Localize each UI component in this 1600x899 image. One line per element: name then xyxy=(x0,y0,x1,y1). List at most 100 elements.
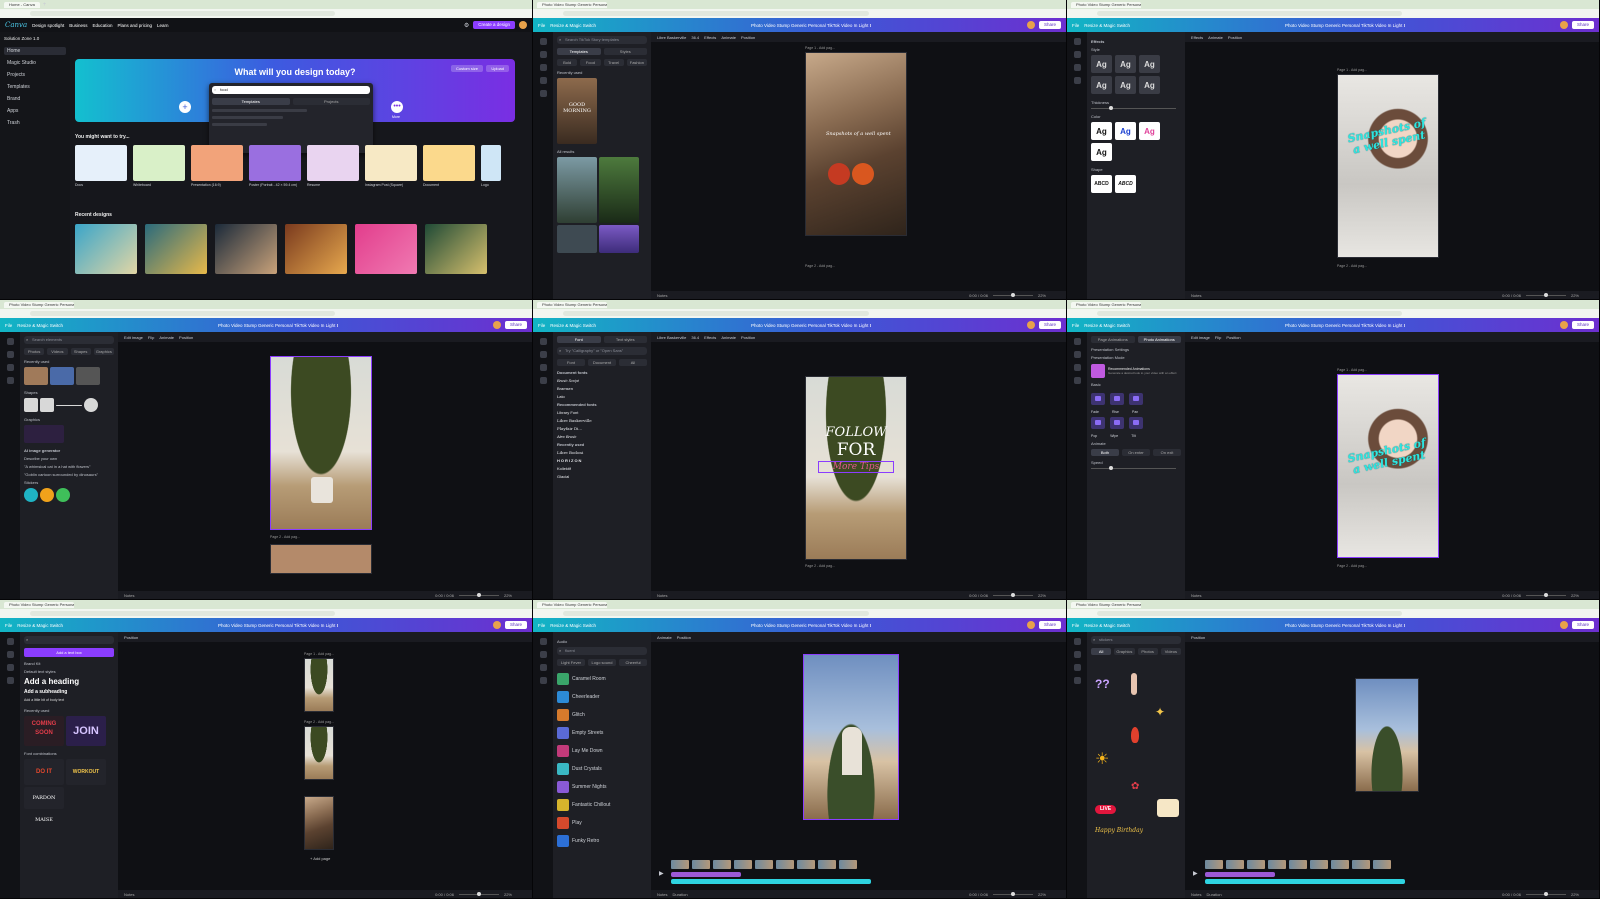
design-icon[interactable] xyxy=(1073,638,1081,645)
zoom-slider[interactable] xyxy=(992,292,1033,297)
avatar[interactable] xyxy=(1559,321,1568,329)
apps-icon[interactable] xyxy=(539,90,547,97)
zoom-slider[interactable] xyxy=(1525,292,1566,297)
audio-icon[interactable] xyxy=(539,677,547,684)
resize-button[interactable]: Resize & Magic Switch xyxy=(1084,623,1130,628)
audio-track-bar[interactable] xyxy=(1205,872,1275,877)
file-menu[interactable]: File xyxy=(1072,623,1079,628)
text-combo[interactable]: DO IT xyxy=(24,759,64,785)
nav-pricing[interactable]: Plans and pricing xyxy=(117,23,152,28)
uploads-icon[interactable] xyxy=(539,377,547,384)
canva-logo[interactable]: Canva xyxy=(5,21,27,29)
page-label[interactable]: Page 2 - Add pag... xyxy=(805,264,835,268)
suggest-item[interactable]: Logo xyxy=(481,145,501,193)
address-bar[interactable] xyxy=(0,309,532,318)
element-tile[interactable] xyxy=(50,367,74,385)
animate-button[interactable]: Animate xyxy=(1208,35,1223,40)
zoom-level[interactable]: 22% xyxy=(1571,892,1579,897)
sticker-tile[interactable] xyxy=(40,488,54,502)
design-icon[interactable] xyxy=(6,338,14,345)
anim-rise[interactable] xyxy=(1110,393,1124,405)
share-button[interactable]: Share xyxy=(1571,321,1594,329)
avatar[interactable] xyxy=(519,21,527,29)
avatar[interactable] xyxy=(1026,321,1035,329)
notes-button[interactable]: Notes xyxy=(1191,892,1201,897)
sticker-tile[interactable] xyxy=(24,488,38,502)
shape-option[interactable]: ABCD xyxy=(1091,175,1112,193)
notes-button[interactable]: Notes xyxy=(657,892,667,897)
search-input[interactable]: fluent xyxy=(557,647,647,655)
design-icon[interactable] xyxy=(539,38,547,45)
nav-design[interactable]: Design spotlight xyxy=(32,23,64,28)
tab-text-styles[interactable]: Text styles xyxy=(603,336,647,343)
text-icon[interactable] xyxy=(6,664,14,671)
sticker-rose[interactable]: ✿ xyxy=(1131,781,1139,792)
position-button[interactable]: Position xyxy=(741,335,755,340)
audio-track[interactable]: Lay Me Down xyxy=(557,742,647,760)
text-icon[interactable] xyxy=(539,364,547,371)
anim-pan[interactable] xyxy=(1129,393,1143,405)
edit-image-button[interactable]: Edit image xyxy=(1191,335,1210,340)
file-menu[interactable]: File xyxy=(1072,323,1079,328)
nav-education[interactable]: Education xyxy=(92,23,112,28)
notes-button[interactable]: Notes xyxy=(1191,593,1201,598)
browser-tab[interactable]: Home - Canva xyxy=(4,1,40,8)
headline-for[interactable]: FOR xyxy=(806,440,906,460)
text-combo[interactable]: JOIN xyxy=(66,716,106,746)
effects-button[interactable]: Effects xyxy=(704,35,716,40)
chip-cheerful[interactable]: Cheerful xyxy=(619,659,647,666)
ai-prompt-button[interactable]: Describe your own xyxy=(24,456,114,461)
brand-kit-label[interactable]: Brand Kit xyxy=(24,661,114,666)
headline-tips[interactable]: More Tips xyxy=(818,461,894,473)
edit-image-button[interactable]: Edit image xyxy=(124,335,143,340)
recent-design[interactable] xyxy=(285,224,347,274)
chip-logo-sound[interactable]: Logo sound xyxy=(588,659,616,666)
uploads-icon[interactable] xyxy=(539,77,547,84)
browser-tab[interactable]: Photo Video Stump Generic Personal TikTo… xyxy=(1071,1,1141,8)
sticker-sparkle[interactable]: ✦ xyxy=(1155,705,1165,719)
share-button[interactable]: Share xyxy=(504,621,527,629)
suggest-item[interactable]: Docs xyxy=(75,145,127,193)
audio-track[interactable]: Empty Streets xyxy=(557,724,647,742)
search-input[interactable]: Search elements xyxy=(24,336,114,344)
audio-track[interactable]: Summer Nights xyxy=(557,778,647,796)
nav-business[interactable]: Business xyxy=(69,23,87,28)
font-option[interactable]: Library Font xyxy=(557,410,647,415)
recent-design[interactable] xyxy=(425,224,487,274)
recent-design[interactable] xyxy=(145,224,207,274)
tab-templates[interactable]: Templates xyxy=(212,98,290,105)
create-design-button[interactable]: Create a design xyxy=(473,21,515,29)
zoom-slider[interactable] xyxy=(458,891,499,896)
doc-title[interactable]: Photo Video Stump Generic Personal TikTo… xyxy=(751,623,871,628)
browser-tab[interactable]: Photo Video Stump Generic Personal TikTo… xyxy=(1071,601,1141,608)
flip-button[interactable]: Flip xyxy=(1215,335,1221,340)
address-bar[interactable] xyxy=(533,609,1066,618)
font-option[interactable]: Kollektif xyxy=(557,466,647,471)
notes-button[interactable]: Notes xyxy=(657,293,667,298)
dir-both[interactable]: Both xyxy=(1091,449,1119,456)
recent-design[interactable] xyxy=(75,224,137,274)
zoom-level[interactable]: 22% xyxy=(1571,593,1579,598)
resize-button[interactable]: Resize & Magic Switch xyxy=(1084,23,1130,28)
tab-styles[interactable]: Styles xyxy=(603,48,647,55)
design-page[interactable]: Snapshots of a well spent xyxy=(1337,374,1439,558)
effect-style-option[interactable]: Ag xyxy=(1139,122,1160,140)
editor-canvas[interactable]: Edit image Flip Position Page 1 - Add pag.… xyxy=(1185,332,1599,599)
notes-button[interactable]: Notes xyxy=(124,593,134,598)
audio-track[interactable]: Glitch xyxy=(557,706,647,724)
graphic-tile[interactable] xyxy=(24,425,64,443)
font-select[interactable]: Libre Baskerville xyxy=(657,35,686,40)
flip-button[interactable]: Flip xyxy=(148,335,154,340)
effect-style-option[interactable]: Ag xyxy=(1091,122,1112,140)
effect-style-option[interactable]: Ag xyxy=(1091,76,1112,94)
tab-shapes[interactable]: Shapes xyxy=(70,348,91,355)
add-heading[interactable]: Add a heading xyxy=(24,677,114,686)
sidebar-item-brand[interactable]: Brand xyxy=(4,95,66,103)
timeline[interactable]: ▶ xyxy=(1193,860,1593,888)
plus-icon[interactable]: + xyxy=(43,2,47,8)
design-icon[interactable] xyxy=(6,638,14,645)
url-field[interactable] xyxy=(563,611,869,616)
url-field[interactable] xyxy=(1097,311,1403,316)
animate-button[interactable]: Animate xyxy=(721,35,736,40)
text-icon[interactable] xyxy=(1073,64,1081,71)
